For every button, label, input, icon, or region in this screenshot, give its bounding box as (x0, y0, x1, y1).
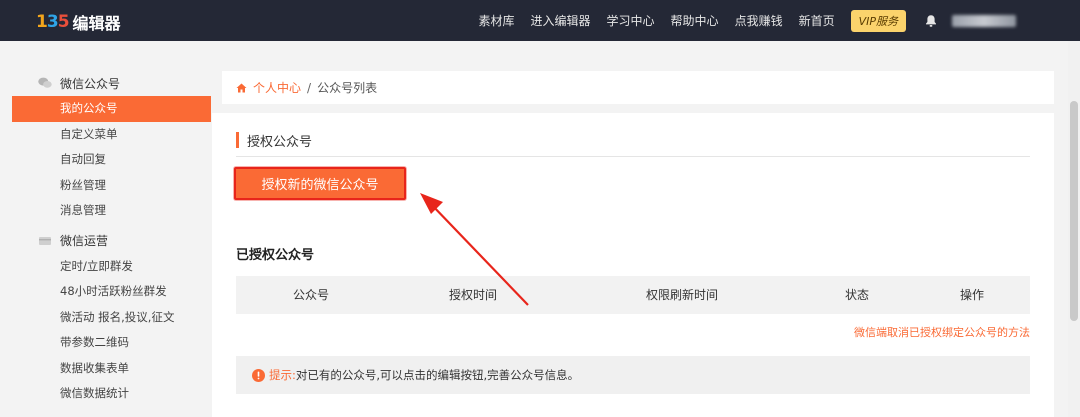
sidebar-item-auto-reply[interactable]: 自动回复 (12, 147, 211, 173)
sidebar-item-mass-send[interactable]: 定时/立即群发 (12, 254, 211, 280)
unbind-help-link[interactable]: 微信端取消已授权绑定公众号的方法 (854, 324, 1030, 340)
nav-help-center[interactable]: 帮助中心 (671, 12, 719, 29)
nav-enter-editor[interactable]: 进入编辑器 (531, 12, 591, 29)
column-header-auth-time: 授权时间 (449, 288, 498, 302)
top-nav: 素材库 进入编辑器 学习中心 帮助中心 点我赚钱 新首页 VIP服务 (479, 0, 1080, 41)
sidebar: 微信公众号 我的公众号 自定义菜单 自动回复 粉丝管理 消息管理 微信运营 定时… (12, 70, 211, 407)
scrollbar-track[interactable] (1068, 41, 1080, 417)
accounts-table-header: 公众号 授权时间 权限刷新时间 状态 操作 (236, 276, 1030, 314)
sidebar-group-label: 微信运营 (60, 234, 109, 248)
tip-notice: 提示: 对已有的公众号,可以点击的编辑按钮,完善公众号信息。 (236, 356, 1030, 394)
section-title-text: 授权公众号 (247, 134, 313, 150)
nav-learning-center[interactable]: 学习中心 (607, 12, 655, 29)
bell-icon[interactable] (924, 14, 938, 28)
sidebar-item-custom-menu[interactable]: 自定义菜单 (12, 122, 211, 148)
card-icon (39, 236, 51, 245)
breadcrumb-current: 公众号列表 (317, 81, 378, 95)
sidebar-item-data-form[interactable]: 数据收集表单 (12, 356, 211, 382)
sidebar-item-wechat-stats[interactable]: 微信数据统计 (12, 381, 211, 407)
section-title: 授权公众号 (236, 131, 313, 150)
top-nav-bar: 135 编辑器 素材库 进入编辑器 学习中心 帮助中心 点我赚钱 新首页 VIP… (0, 0, 1080, 41)
site-logo[interactable]: 135 编辑器 (36, 10, 121, 34)
authorized-accounts-title: 已授权公众号 (236, 248, 315, 263)
tip-text: 对已有的公众号,可以点击的编辑按钮,完善公众号信息。 (295, 368, 580, 382)
logo-text: 编辑器 (72, 14, 121, 33)
column-header-refresh-time: 权限刷新时间 (646, 288, 719, 302)
sidebar-item-my-accounts[interactable]: 我的公众号 (12, 96, 211, 122)
sidebar-item-fans[interactable]: 粉丝管理 (12, 173, 211, 199)
sidebar-group-wechat-ops: 微信运营 (12, 228, 211, 254)
wechat-icon (38, 77, 52, 88)
logo-mark: 135 (36, 12, 70, 32)
sidebar-item-param-qrcode[interactable]: 带参数二维码 (12, 330, 211, 356)
vip-service-button[interactable]: VIP服务 (850, 9, 906, 32)
breadcrumb-separator: / (307, 80, 312, 95)
sidebar-group-wechat-account: 微信公众号 (12, 70, 211, 96)
user-name-blurred[interactable] (952, 14, 1016, 27)
divider (236, 156, 1030, 157)
tip-label: 提示: (269, 368, 296, 382)
nav-earn-money[interactable]: 点我赚钱 (735, 12, 783, 29)
authorize-new-account-button[interactable]: 授权新的微信公众号 (234, 167, 406, 200)
sidebar-item-micro-activity[interactable]: 微活动 报名,投议,征文 (12, 305, 211, 331)
warning-icon (252, 368, 265, 382)
main-content: 授权公众号 授权新的微信公众号 已授权公众号 公众号 授权时间 权限刷新时间 状… (212, 113, 1054, 417)
sidebar-item-48h-active-fans[interactable]: 48小时活跃粉丝群发 (12, 279, 211, 305)
sidebar-item-messages[interactable]: 消息管理 (12, 198, 211, 224)
home-icon (236, 83, 247, 92)
sidebar-group-label: 微信公众号 (60, 76, 121, 91)
column-header-status: 状态 (845, 288, 870, 302)
column-header-account: 公众号 (293, 288, 330, 302)
scrollbar-thumb[interactable] (1070, 101, 1078, 321)
column-header-actions: 操作 (960, 288, 985, 302)
breadcrumb-personal-center[interactable]: 个人中心 (253, 79, 301, 96)
breadcrumb: 个人中心 / 公众号列表 (222, 71, 1054, 104)
section-title-accent-bar (236, 132, 239, 148)
nav-material-library[interactable]: 素材库 (479, 12, 515, 29)
nav-new-home[interactable]: 新首页 (799, 12, 835, 29)
